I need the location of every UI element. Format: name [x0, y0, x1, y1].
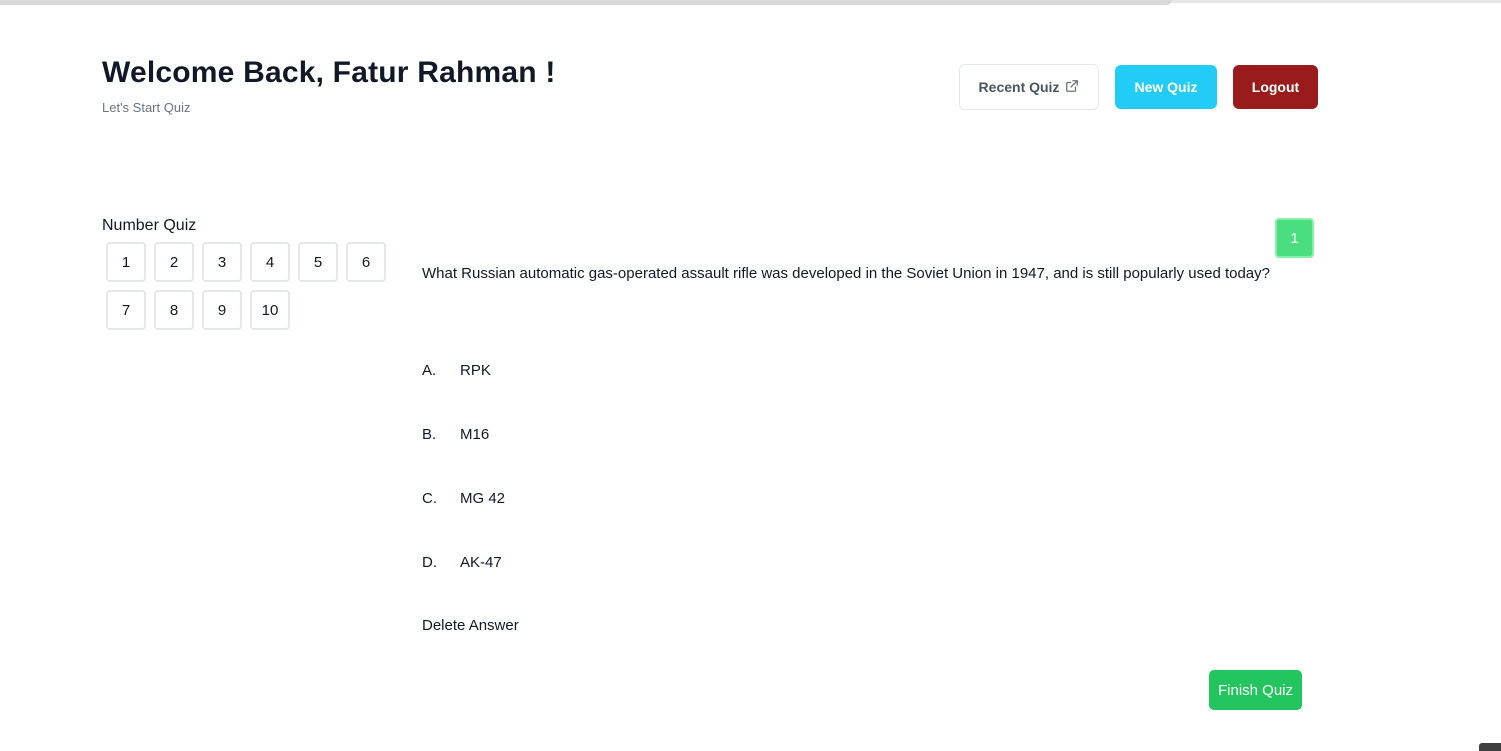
quiz-number-button[interactable]: 10 [250, 290, 290, 330]
number-quiz-title: Number Quiz [102, 217, 197, 234]
answer-option-a[interactable]: A. RPK [422, 358, 491, 382]
loading-bar-track [1172, 0, 1501, 3]
answer-option-d[interactable]: D. AK-47 [422, 550, 502, 574]
quiz-number-button[interactable]: 1 [106, 242, 146, 282]
recent-quiz-button[interactable]: Recent Quiz [959, 64, 1099, 110]
page-subtitle: Let's Start Quiz [102, 100, 191, 115]
page-title: Welcome Back, Fatur Rahman ! [102, 56, 556, 89]
option-letter: C. [422, 489, 437, 507]
option-letter: D. [422, 553, 437, 571]
quiz-number-button[interactable]: 2 [154, 242, 194, 282]
option-letter: A. [422, 361, 437, 379]
option-text: M16 [460, 425, 490, 443]
quiz-number-button[interactable]: 8 [154, 290, 194, 330]
loading-bar [0, 0, 1172, 5]
option-text: RPK [460, 361, 491, 379]
corner-widget [1479, 743, 1501, 751]
answer-option-b[interactable]: B. M16 [422, 422, 489, 446]
quiz-number-button[interactable]: 4 [250, 242, 290, 282]
question-text: What Russian automatic gas-operated assa… [422, 265, 1270, 282]
quiz-number-button[interactable]: 5 [298, 242, 338, 282]
quiz-number-button[interactable]: 3 [202, 242, 242, 282]
quiz-number-button[interactable]: 6 [346, 242, 386, 282]
quiz-number-button[interactable]: 9 [202, 290, 242, 330]
recent-quiz-label: Recent Quiz [978, 79, 1060, 95]
option-text: AK-47 [460, 553, 502, 571]
delete-answer-button[interactable]: Delete Answer [422, 614, 519, 638]
finish-quiz-button[interactable]: Finish Quiz [1209, 670, 1302, 710]
external-link-icon [1065, 79, 1079, 96]
quiz-number-button[interactable]: 7 [106, 290, 146, 330]
new-quiz-button[interactable]: New Quiz [1115, 65, 1217, 109]
browser-loading-strip [0, 0, 1501, 6]
logout-button[interactable]: Logout [1233, 65, 1318, 109]
current-question-badge: 1 [1275, 218, 1314, 258]
option-text: MG 42 [460, 489, 506, 507]
option-letter: B. [422, 425, 437, 443]
answer-option-c[interactable]: C. MG 42 [422, 486, 505, 510]
